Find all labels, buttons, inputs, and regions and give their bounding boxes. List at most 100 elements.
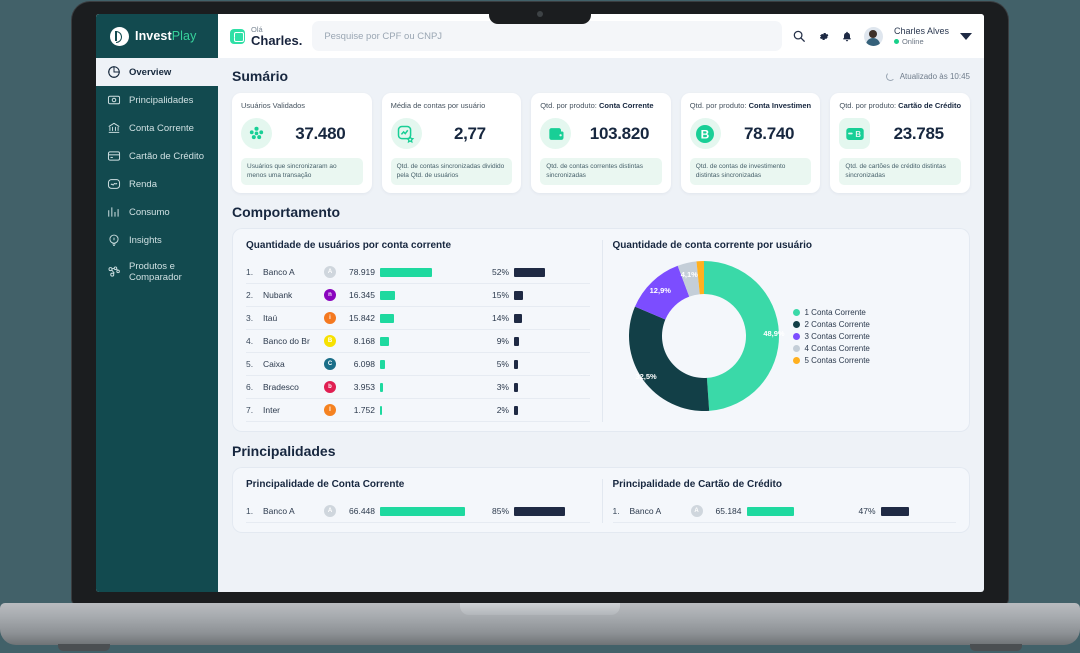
credit-card-icon: [107, 149, 121, 163]
svg-text:B: B: [701, 127, 710, 141]
search-input[interactable]: [324, 30, 770, 42]
sidebar-item-renda[interactable]: Renda: [96, 170, 218, 198]
table-row[interactable]: 5. Caixa C 6.098 5%: [246, 353, 590, 376]
search-icon[interactable]: [792, 29, 806, 43]
summary-card[interactable]: Qtd. por produto: Conta Corrente 103.820 Q…: [531, 93, 671, 193]
page-title: Sumário: [232, 68, 289, 84]
table-row[interactable]: 4. Banco do Br B 8.168 9%: [246, 330, 590, 353]
brand-logo[interactable]: InvestPlay: [96, 14, 218, 58]
summary-card-label: Qtd. por produto: Cartão de Crédito: [839, 101, 961, 111]
summary-card-note: Qtd. de cartões de crédito distintas sin…: [839, 158, 961, 185]
users-group-icon: [241, 118, 272, 149]
money-bill-icon: [107, 93, 121, 107]
table-row[interactable]: 1. Banco A A 66.448 85%: [246, 500, 590, 523]
table-row[interactable]: 7. Inter I 1.752 2%: [246, 399, 590, 422]
sidebar-item-consumo[interactable]: Consumo: [96, 198, 218, 226]
greeting-block: Olá Charles.: [218, 14, 312, 58]
summary-card-value: 2,77: [453, 123, 486, 143]
bank-percent: 2%: [496, 405, 509, 415]
table-row[interactable]: 3. Itaú i 15.842 14%: [246, 307, 590, 330]
bank-name: Banco A: [263, 506, 295, 516]
webcam-icon: [537, 11, 543, 17]
donut-slice-label: 32,5%: [635, 371, 657, 381]
sidebar-item-label: Consumo: [129, 206, 170, 218]
table-row[interactable]: 2. Nubank n 16.345 15%: [246, 284, 590, 307]
table-row[interactable]: 6. Bradesco b 3.953 3%: [246, 376, 590, 399]
summary-card-label-bold: Cartão de Crédito: [898, 101, 961, 110]
app-switcher-icon[interactable]: [230, 28, 245, 44]
summary-card-label-text: Qtd. por produto:: [689, 101, 749, 110]
bank-logo-icon: b: [324, 381, 336, 393]
legend-item[interactable]: 3 Contas Corrente: [792, 331, 870, 341]
bank-logo-icon: B: [324, 335, 336, 347]
legend-color-swatch: [792, 332, 800, 340]
bank-name: Banco A: [629, 506, 662, 516]
summary-card-note: Qtd. de contas correntes distintas sincr…: [540, 158, 662, 185]
bank-logo-icon: A: [324, 266, 336, 278]
refresh-spinner-icon[interactable]: [885, 72, 895, 81]
sidebar-item-label: Overview: [129, 66, 172, 78]
bank-name: Banco A: [263, 267, 295, 277]
summary-card[interactable]: Qtd. por produto: Conta Investimento B 78.…: [680, 93, 821, 193]
percent-bar: [514, 506, 574, 516]
legend-item[interactable]: 2 Contas Corrente: [792, 320, 870, 329]
value-bar: [380, 313, 480, 323]
percent-bar: [514, 290, 574, 300]
sidebar-item-overview[interactable]: Overview: [96, 58, 218, 86]
legend-item[interactable]: 1 Conta Corrente: [792, 308, 870, 317]
search-bar[interactable]: [312, 21, 782, 51]
principalidades-panel: Principalidade de Conta Corrente 1. Banco…: [232, 467, 970, 533]
rank-number: 5.: [246, 359, 254, 369]
bank-logo-icon: n: [324, 289, 336, 301]
percent-bar: [880, 506, 941, 516]
donut-chart[interactable]: 48,9% 32,5% 12,9% 4,1%: [628, 261, 785, 411]
summary-cards: Usuários Validados 37.480 Usuários que sin…: [232, 93, 970, 193]
bank-logo-icon: i: [324, 312, 336, 324]
chevron-down-icon[interactable]: [960, 32, 972, 40]
online-dot-icon: [893, 39, 899, 44]
bank-value: 8.168: [353, 336, 375, 346]
summary-card-label: Média de contas por usuário: [391, 101, 513, 111]
bank-percent: 5%: [496, 359, 509, 369]
legend-item[interactable]: 5 Contas Corrente: [792, 356, 870, 365]
webcam-notch: [489, 4, 591, 24]
gear-icon[interactable]: [817, 30, 830, 43]
summary-card[interactable]: Qtd. por produto: Cartão de Crédito B 23.7…: [830, 93, 970, 193]
sidebar-item-cart-o-de-cr-dito[interactable]: Cartão de Crédito: [96, 142, 218, 170]
sidebar-item-principalidades[interactable]: Principalidades: [96, 86, 218, 114]
avatar[interactable]: [863, 26, 883, 46]
percent-bar: [514, 267, 574, 277]
user-status: Online: [893, 37, 949, 47]
table-row[interactable]: 1. Banco A A 65.184 47%: [612, 500, 956, 523]
sidebar-item-conta-corrente[interactable]: Conta Corrente: [96, 114, 218, 142]
bank-value: 15.842: [349, 313, 375, 323]
summary-card-label-text: Qtd. por produto:: [540, 101, 599, 110]
legend-label: 4 Contas Corrente: [804, 343, 870, 353]
sidebar-item-label: Renda: [129, 178, 157, 190]
legend-item[interactable]: 4 Contas Corrente: [792, 343, 870, 353]
percent-bar: [514, 382, 574, 392]
bell-icon[interactable]: [841, 30, 853, 43]
sidebar-item-produtos-e-comparador[interactable]: Produtos e Comparador: [96, 254, 218, 290]
updated-status: Atualizado às 10:45: [885, 72, 970, 81]
user-info[interactable]: Charles Alves Online: [893, 26, 949, 47]
summary-card-value: 78.740: [743, 123, 795, 143]
updated-label: Atualizado às 10:45: [899, 72, 970, 81]
table-row[interactable]: 1. Banco A A 78.919 52%: [246, 261, 590, 284]
users-per-account-card: Quantidade de usuários por conta corrent…: [246, 240, 603, 422]
donut-slice[interactable]: [628, 306, 709, 411]
bank-name: Inter: [263, 405, 281, 415]
summary-card[interactable]: Usuários Validados 37.480 Usuários que sin…: [232, 93, 372, 193]
summary-card[interactable]: Média de contas por usuário 2,77 Qtd. de c…: [381, 93, 522, 193]
legend-label: 3 Contas Corrente: [804, 331, 870, 341]
accounts-per-user-card: Quantidade de conta corrente por usuário…: [613, 240, 957, 422]
behavior-title: Comportamento: [232, 204, 341, 220]
bank-percent: 85%: [491, 506, 509, 516]
summary-card-note: Qtd. de contas de investimento distintas…: [689, 158, 812, 185]
donut-slice-label: 48,9%: [763, 328, 785, 338]
summary-card-label-text: Qtd. por produto:: [839, 101, 899, 110]
sidebar-item-insights[interactable]: Insights: [96, 226, 218, 254]
value-bar: [746, 506, 847, 516]
value-bar: [380, 405, 480, 415]
value-bar: [380, 290, 480, 300]
